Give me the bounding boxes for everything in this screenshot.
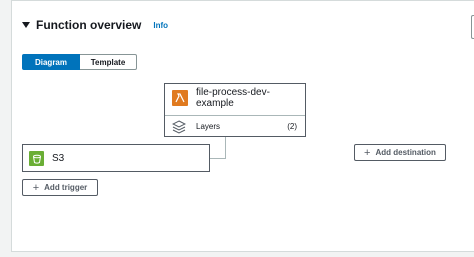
trigger-label: S3	[52, 153, 65, 164]
template-tab[interactable]: Template	[80, 54, 137, 70]
caret-down-icon[interactable]	[22, 22, 30, 28]
function-node-header[interactable]: file-process-dev-example	[165, 84, 305, 116]
function-overview-panel: Function overview Info Diagram Template …	[11, 0, 474, 252]
connector-line	[225, 137, 226, 158]
info-link[interactable]: Info	[153, 21, 168, 30]
layers-count: (2)	[287, 122, 297, 131]
lambda-icon	[172, 90, 188, 106]
add-destination-label: Add destination	[375, 148, 436, 157]
s3-bucket-icon	[29, 151, 44, 166]
add-trigger-label: Add trigger	[44, 183, 88, 192]
plus-icon: +	[364, 146, 371, 159]
add-destination-button[interactable]: + Add destination	[354, 144, 446, 161]
layers-icon	[172, 120, 186, 134]
connector-line	[210, 158, 226, 159]
function-name: file-process-dev-example	[196, 87, 270, 109]
view-toggle: Diagram Template	[22, 54, 137, 70]
trigger-node-s3[interactable]: S3	[22, 144, 210, 172]
diagram-tab[interactable]: Diagram	[22, 54, 80, 70]
add-trigger-button[interactable]: + Add trigger	[22, 179, 98, 196]
function-node[interactable]: file-process-dev-example Layers (2)	[164, 83, 306, 137]
function-overview-header[interactable]: Function overview Info	[22, 15, 168, 35]
section-title: Function overview	[36, 18, 142, 32]
layers-row[interactable]: Layers (2)	[165, 116, 305, 138]
layers-label: Layers	[196, 122, 221, 131]
plus-icon: +	[32, 181, 40, 194]
